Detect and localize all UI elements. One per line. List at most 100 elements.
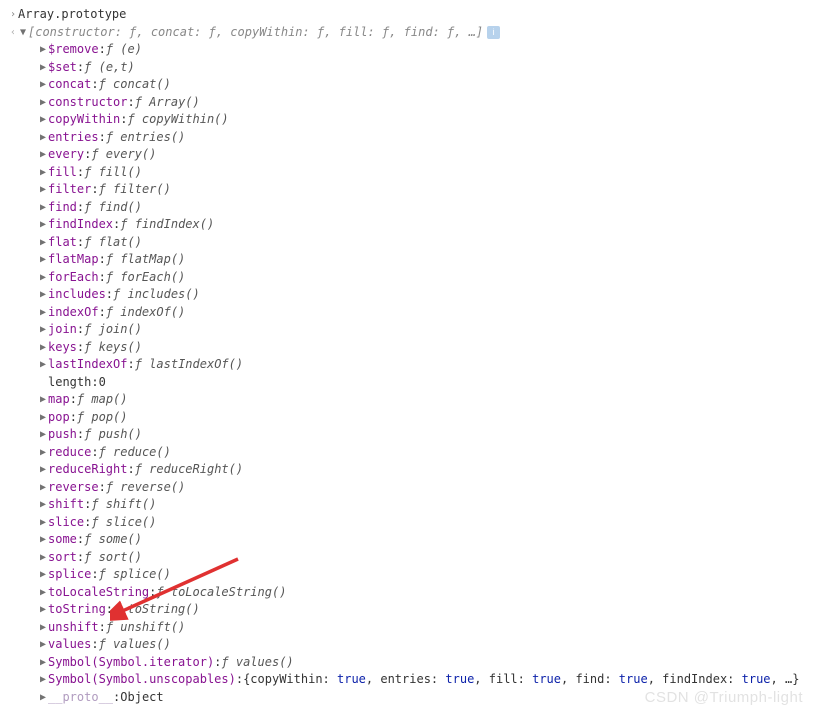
chevron-right-icon[interactable]: ▶ <box>38 356 48 374</box>
property-value: ƒ reduceRight() <box>135 461 243 479</box>
property-value: ƒ values() <box>221 654 293 672</box>
chevron-right-icon[interactable]: ▶ <box>38 549 48 567</box>
chevron-right-icon[interactable]: ▶ <box>38 199 48 217</box>
property-row[interactable]: ▶forEach: ƒ forEach() <box>8 269 805 287</box>
property-key: toString <box>48 601 106 619</box>
property-row[interactable]: ▶filter: ƒ filter() <box>8 181 805 199</box>
property-key: lastIndexOf <box>48 356 127 374</box>
property-row[interactable]: ▶values: ƒ values() <box>8 636 805 654</box>
chevron-right-icon[interactable]: ▶ <box>38 409 48 427</box>
console-result-line[interactable]: ‹ ▼ [constructor: ƒ, concat: ƒ, copyWith… <box>8 24 805 42</box>
chevron-right-icon[interactable]: ▶ <box>38 94 48 112</box>
property-key: every <box>48 146 84 164</box>
property-key: map <box>48 391 70 409</box>
property-row[interactable]: length: 0 <box>8 374 805 392</box>
property-row[interactable]: ▶join: ƒ join() <box>8 321 805 339</box>
chevron-right-icon[interactable]: ▶ <box>38 129 48 147</box>
property-row[interactable]: ▶fill: ƒ fill() <box>8 164 805 182</box>
chevron-right-icon[interactable]: ▶ <box>38 689 48 707</box>
property-value: ƒ reverse() <box>106 479 185 497</box>
property-row[interactable]: ▶pop: ƒ pop() <box>8 409 805 427</box>
property-row[interactable]: ▶flatMap: ƒ flatMap() <box>8 251 805 269</box>
chevron-right-icon[interactable]: ▶ <box>38 391 48 409</box>
property-value: ƒ filter() <box>99 181 171 199</box>
property-row[interactable]: ▶map: ƒ map() <box>8 391 805 409</box>
property-value: ƒ flatMap() <box>106 251 185 269</box>
chevron-right-icon[interactable]: ▶ <box>38 531 48 549</box>
chevron-right-icon[interactable]: ▶ <box>38 636 48 654</box>
property-row[interactable]: ▶reduce: ƒ reduce() <box>8 444 805 462</box>
property-row[interactable]: ▶includes: ƒ includes() <box>8 286 805 304</box>
property-row[interactable]: ▶findIndex: ƒ findIndex() <box>8 216 805 234</box>
chevron-right-icon[interactable]: ▶ <box>38 566 48 584</box>
chevron-right-icon[interactable]: ▶ <box>38 41 48 59</box>
chevron-right-icon[interactable]: ▶ <box>38 269 48 287</box>
property-key: forEach <box>48 269 99 287</box>
chevron-right-icon[interactable]: ▶ <box>38 321 48 339</box>
chevron-right-icon[interactable]: ▶ <box>38 286 48 304</box>
property-value: ƒ includes() <box>113 286 200 304</box>
chevron-right-icon[interactable]: ▶ <box>38 164 48 182</box>
property-row[interactable]: ▶push: ƒ push() <box>8 426 805 444</box>
property-row[interactable]: ▶toLocaleString: ƒ toLocaleString() <box>8 584 805 602</box>
chevron-right-icon[interactable]: ▶ <box>38 654 48 672</box>
chevron-right-icon[interactable]: ▶ <box>38 601 48 619</box>
property-row[interactable]: ▶$remove: ƒ (e) <box>8 41 805 59</box>
property-row[interactable]: ▶keys: ƒ keys() <box>8 339 805 357</box>
chevron-right-icon[interactable]: ▶ <box>38 619 48 637</box>
property-value: ƒ pop() <box>77 409 128 427</box>
chevron-right-icon[interactable]: ▶ <box>38 59 48 77</box>
chevron-right-icon[interactable]: ▶ <box>38 584 48 602</box>
chevron-right-icon[interactable]: ▶ <box>38 234 48 252</box>
chevron-right-icon[interactable]: ▶ <box>38 671 48 689</box>
property-row[interactable]: ▶copyWithin: ƒ copyWithin() <box>8 111 805 129</box>
property-row[interactable]: ▶entries: ƒ entries() <box>8 129 805 147</box>
property-row[interactable]: ▶unshift: ƒ unshift() <box>8 619 805 637</box>
chevron-right-icon[interactable]: ▶ <box>38 76 48 94</box>
chevron-down-icon[interactable]: ▼ <box>18 24 28 42</box>
chevron-right-icon[interactable]: ▶ <box>38 496 48 514</box>
property-row[interactable]: ▶splice: ƒ splice() <box>8 566 805 584</box>
chevron-right-icon[interactable]: ▶ <box>38 146 48 164</box>
chevron-right-icon[interactable]: ▶ <box>38 444 48 462</box>
chevron-right-icon[interactable]: ▶ <box>38 304 48 322</box>
property-key: reduceRight <box>48 461 127 479</box>
chevron-right-icon[interactable]: ▶ <box>38 479 48 497</box>
property-key: shift <box>48 496 84 514</box>
property-key: flat <box>48 234 77 252</box>
property-value: ƒ lastIndexOf() <box>135 356 243 374</box>
chevron-right-icon[interactable]: ▶ <box>38 426 48 444</box>
property-row[interactable]: ▶lastIndexOf: ƒ lastIndexOf() <box>8 356 805 374</box>
console-input-line: › Array.prototype <box>8 6 805 24</box>
property-row[interactable]: ▶ Symbol(Symbol.unscopables): {copyWithi… <box>8 671 805 689</box>
property-row[interactable]: ▶Symbol(Symbol.iterator): ƒ values() <box>8 654 805 672</box>
property-row[interactable]: ▶find: ƒ find() <box>8 199 805 217</box>
property-row[interactable]: ▶ __proto__: Object <box>8 689 805 707</box>
property-value: ƒ findIndex() <box>120 216 214 234</box>
chevron-right-icon[interactable]: ▶ <box>38 514 48 532</box>
property-row[interactable]: ▶toString: ƒ toString() <box>8 601 805 619</box>
chevron-right-icon[interactable]: ▶ <box>38 111 48 129</box>
property-value: ƒ (e,t) <box>84 59 135 77</box>
property-row[interactable]: ▶slice: ƒ slice() <box>8 514 805 532</box>
property-row[interactable]: ▶flat: ƒ flat() <box>8 234 805 252</box>
property-row[interactable]: ▶indexOf: ƒ indexOf() <box>8 304 805 322</box>
property-row[interactable]: ▶reverse: ƒ reverse() <box>8 479 805 497</box>
property-row[interactable]: ▶sort: ƒ sort() <box>8 549 805 567</box>
info-icon[interactable]: i <box>487 26 500 39</box>
property-key: unshift <box>48 619 99 637</box>
property-key: keys <box>48 339 77 357</box>
chevron-right-icon[interactable]: ▶ <box>38 216 48 234</box>
chevron-right-icon[interactable]: ▶ <box>38 339 48 357</box>
property-row[interactable]: ▶$set: ƒ (e,t) <box>8 59 805 77</box>
property-row[interactable]: ▶constructor: ƒ Array() <box>8 94 805 112</box>
property-row[interactable]: ▶every: ƒ every() <box>8 146 805 164</box>
chevron-right-icon[interactable]: ▶ <box>38 461 48 479</box>
chevron-right-icon[interactable]: ▶ <box>38 181 48 199</box>
property-row[interactable]: ▶reduceRight: ƒ reduceRight() <box>8 461 805 479</box>
property-value: ƒ toLocaleString() <box>156 584 286 602</box>
chevron-right-icon[interactable]: ▶ <box>38 251 48 269</box>
property-row[interactable]: ▶concat: ƒ concat() <box>8 76 805 94</box>
property-row[interactable]: ▶shift: ƒ shift() <box>8 496 805 514</box>
property-row[interactable]: ▶some: ƒ some() <box>8 531 805 549</box>
